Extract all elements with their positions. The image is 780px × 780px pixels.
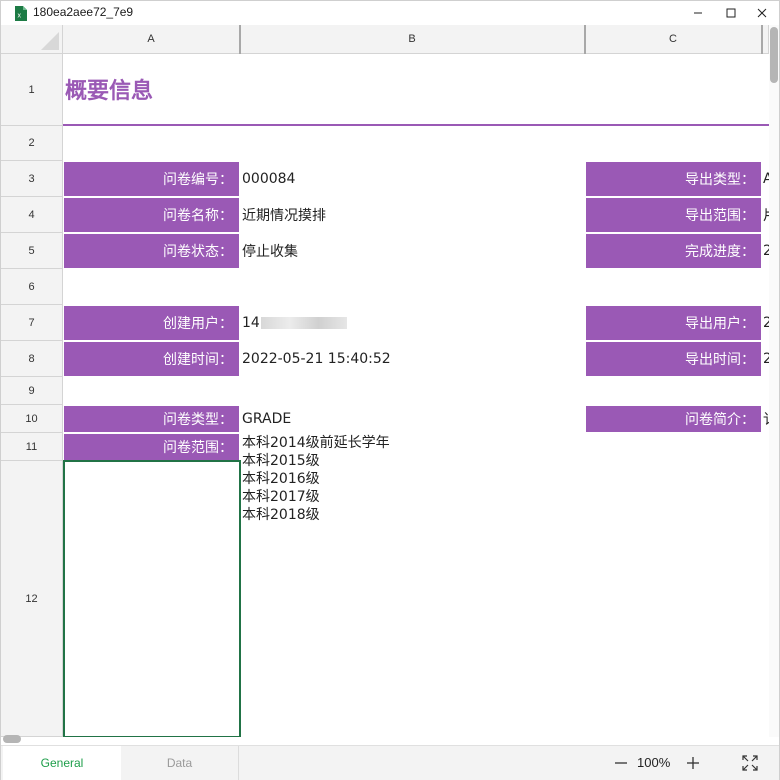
tab-general[interactable]: General (3, 746, 121, 780)
tab-data[interactable]: Data (121, 746, 239, 780)
label-survey-status: 问卷状态： (64, 234, 239, 268)
vertical-scroll-thumb[interactable] (770, 27, 778, 83)
value-export-scope[interactable]: 片 (761, 198, 769, 232)
redacted-blur (260, 317, 347, 329)
created-by-text: 14 (242, 315, 260, 331)
label-created-by: 创建用户： (64, 306, 239, 340)
sheet-grid: A B C 1 2 3 4 5 6 7 8 9 10 11 12 概要信息 问卷… (1, 25, 769, 737)
value-created-by[interactable]: 14 (239, 306, 579, 340)
scope-line: 本科2017级 (242, 489, 320, 505)
value-export-user[interactable]: 2 (761, 306, 769, 340)
title-bar: x 180ea2aee72_7e9 (1, 1, 779, 25)
value-survey-status[interactable]: 停止收集 (239, 234, 579, 268)
value-survey-scope[interactable]: 本科2014级前延长学年 本科2015级 本科2016级 本科2017级 本科2… (242, 434, 390, 524)
vertical-scrollbar[interactable] (769, 25, 779, 737)
row-header-7[interactable]: 7 (1, 305, 63, 341)
label-survey-id: 问卷编号： (64, 162, 239, 196)
row-header-2[interactable]: 2 (1, 126, 63, 161)
maximize-icon (726, 8, 736, 18)
label-export-user: 导出用户： (586, 306, 761, 340)
label-completion: 完成进度： (586, 234, 761, 268)
excel-file-icon: x (15, 6, 27, 21)
close-button[interactable] (745, 1, 779, 25)
column-header-b[interactable]: B (240, 25, 585, 54)
cell-selection-a12[interactable] (63, 460, 241, 737)
value-survey-name[interactable]: 近期情况摸排 (239, 198, 579, 232)
minus-icon (615, 762, 627, 764)
scope-line: 本科2014级前延长学年 (242, 435, 390, 451)
row-header-10[interactable]: 10 (1, 405, 63, 433)
spreadsheet-window: x 180ea2aee72_7e9 A B C 1 2 3 4 5 6 7 8 … (0, 0, 780, 780)
title-underline (63, 124, 769, 126)
horizontal-scroll-thumb[interactable] (3, 735, 21, 743)
scope-line: 本科2018级 (242, 507, 320, 523)
row-header-4[interactable]: 4 (1, 197, 63, 233)
label-survey-scope: 问卷范围： (64, 434, 239, 460)
window-title: 180ea2aee72_7e9 (33, 5, 134, 19)
zoom-out-button[interactable] (612, 754, 630, 772)
value-export-time[interactable]: 2 (761, 342, 769, 376)
label-created-time: 创建时间： (64, 342, 239, 376)
plus-icon (687, 757, 699, 769)
row-header-9[interactable]: 9 (1, 377, 63, 405)
scope-line: 本科2015级 (242, 453, 320, 469)
sheet-title: 概要信息 (65, 79, 154, 104)
row-header-3[interactable]: 3 (1, 161, 63, 197)
row-header-12[interactable]: 12 (1, 461, 63, 737)
label-export-type: 导出类型： (586, 162, 761, 196)
zoom-in-button[interactable] (684, 754, 702, 772)
value-created-time[interactable]: 2022-05-21 15:40:52 (239, 342, 579, 376)
label-survey-name: 问卷名称： (64, 198, 239, 232)
close-icon (757, 8, 767, 18)
label-export-scope: 导出范围： (586, 198, 761, 232)
row-header-1[interactable]: 1 (1, 54, 63, 126)
column-header-a[interactable]: A (63, 25, 240, 54)
value-completion[interactable]: 2 (761, 234, 769, 268)
column-header-c[interactable]: C (585, 25, 762, 54)
zoom-level: 100% (637, 755, 671, 770)
value-survey-intro[interactable]: 讠 (761, 406, 769, 432)
value-survey-id[interactable]: 000084 (239, 162, 579, 196)
value-export-type[interactable]: A (761, 162, 769, 196)
svg-text:x: x (18, 13, 22, 20)
label-survey-intro: 问卷简介： (586, 406, 761, 432)
row-header-11[interactable]: 11 (1, 433, 63, 461)
scope-line: 本科2016级 (242, 471, 320, 487)
fullscreen-button[interactable] (741, 754, 759, 772)
expand-icon (742, 755, 758, 771)
minimize-icon (694, 12, 702, 14)
select-all-corner[interactable] (1, 25, 63, 54)
label-survey-type: 问卷类型： (64, 406, 239, 432)
row-header-6[interactable]: 6 (1, 269, 63, 305)
minimize-button[interactable] (681, 1, 715, 25)
column-header-d[interactable] (762, 25, 769, 54)
row-header-5[interactable]: 5 (1, 233, 63, 269)
value-survey-type[interactable]: GRADE (239, 406, 579, 432)
maximize-button[interactable] (714, 1, 748, 25)
row-header-8[interactable]: 8 (1, 341, 63, 377)
sheet-tab-bar: General Data 100% (1, 745, 779, 780)
label-export-time: 导出时间： (586, 342, 761, 376)
